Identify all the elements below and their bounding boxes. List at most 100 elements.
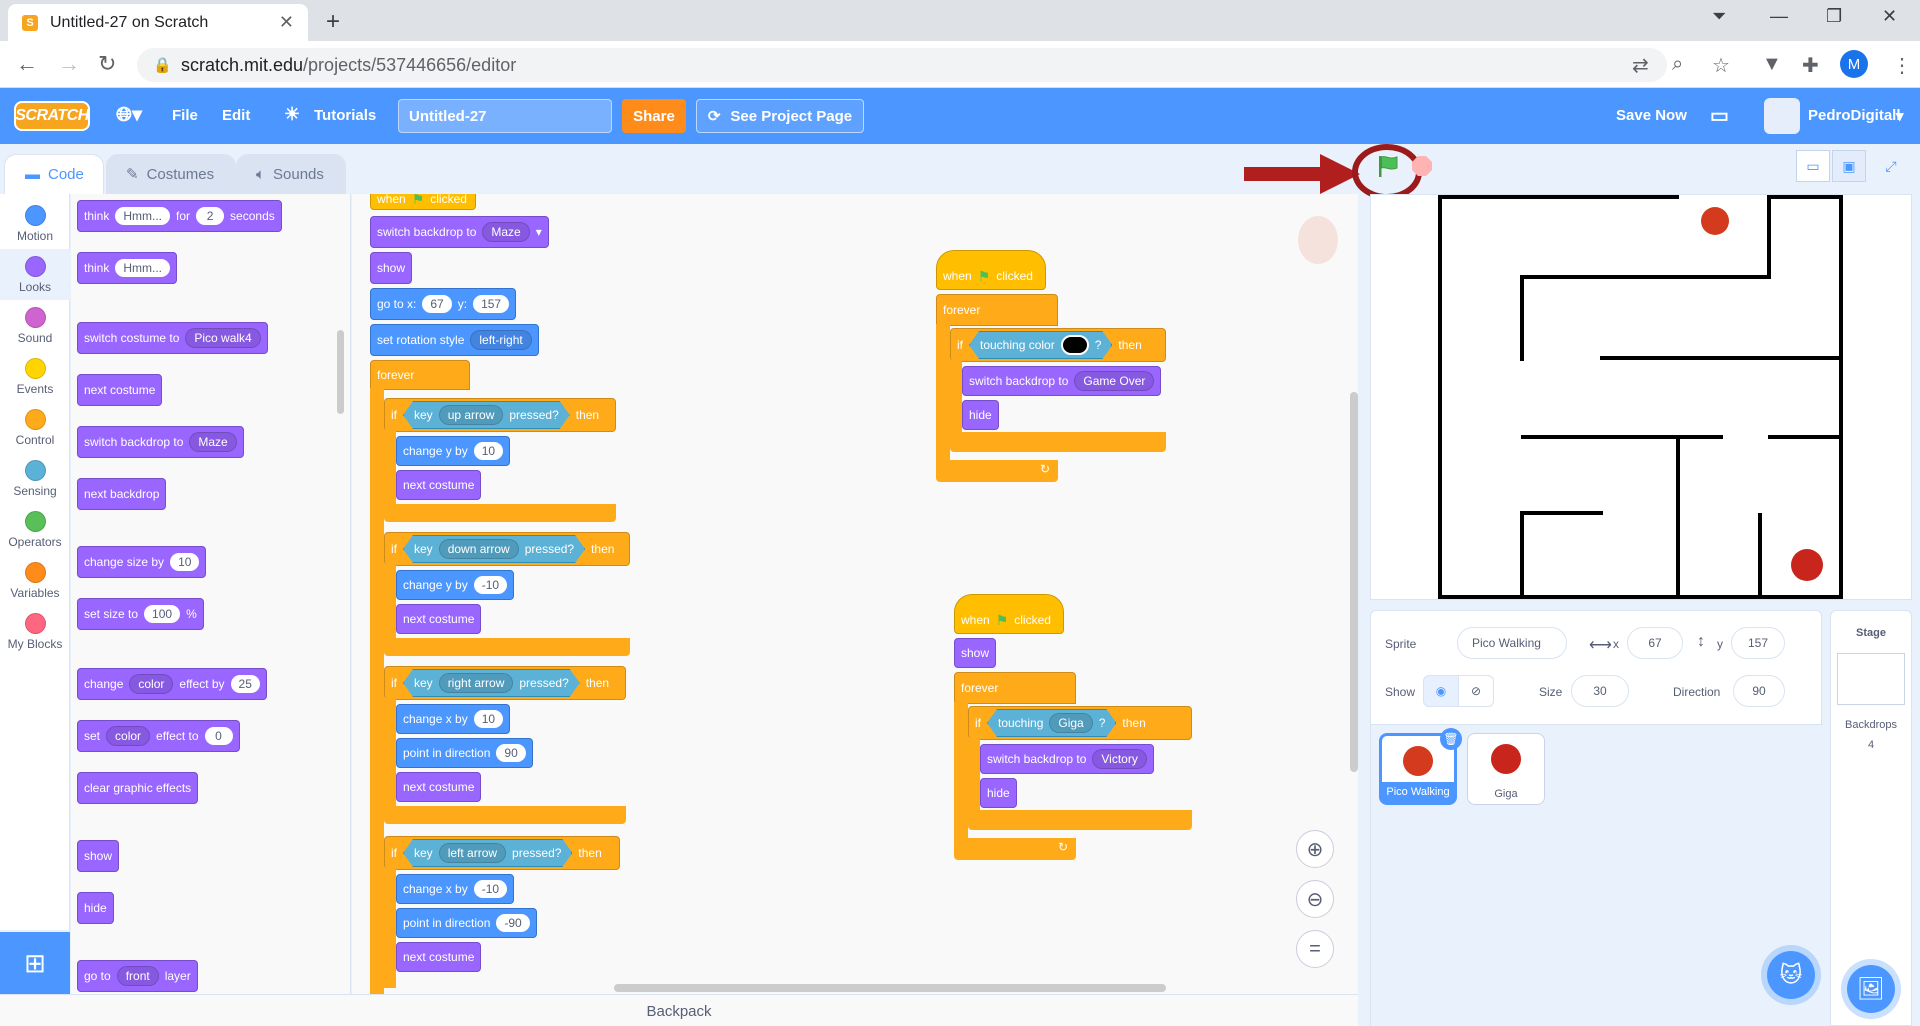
change-x-block[interactable]: change x by -10	[396, 874, 515, 904]
forever-block[interactable]: forever	[370, 360, 470, 390]
see-project-page-button[interactable]: ⟳ See Project Page	[696, 99, 864, 133]
show-block[interactable]: show	[370, 252, 413, 284]
switch-backdrop-block[interactable]: switch backdrop to Victory	[980, 744, 1154, 774]
set-rotation-style-block[interactable]: set rotation style left-right	[370, 324, 539, 356]
share-button[interactable]: Share	[622, 99, 686, 133]
giga-sprite-icon[interactable]	[1791, 549, 1823, 581]
translate-icon[interactable]: ⇄	[1632, 53, 1649, 78]
delete-sprite-trash-icon[interactable]: 🗑︎	[1440, 728, 1462, 750]
edit-menu[interactable]: Edit	[222, 107, 250, 124]
reload-icon[interactable]: ↻	[98, 51, 116, 77]
stage-selector[interactable]: Stage Backdrops 4 🖼︎	[1830, 610, 1912, 1026]
if-left-block[interactable]: if key left arrow pressed? then	[384, 836, 620, 870]
backpack-bar[interactable]: Backpack	[0, 994, 1358, 1026]
minimize-icon[interactable]: —	[1770, 6, 1788, 27]
change-size-block[interactable]: change size by 10	[77, 546, 207, 578]
file-menu[interactable]: File	[172, 107, 198, 124]
block-input[interactable]: 10	[473, 442, 504, 460]
key-pressed-condition[interactable]: key right arrow pressed?	[403, 669, 580, 697]
block-input[interactable]: Hmm...	[115, 259, 171, 277]
more-menu-icon[interactable]: ⋮	[1892, 53, 1912, 78]
maximize-icon[interactable]: ❐	[1826, 6, 1842, 27]
think-for-block[interactable]: think Hmm... for 2 seconds	[77, 200, 282, 232]
close-tab-icon[interactable]: ✕	[279, 12, 294, 33]
when-flag-clicked-hat[interactable]: when ⚑ clicked	[954, 594, 1064, 634]
block-dropdown[interactable]: color	[106, 726, 151, 746]
show-block[interactable]: show	[954, 638, 997, 668]
color-picker-swatch[interactable]	[1061, 335, 1089, 355]
block-input[interactable]: 25	[230, 675, 260, 693]
key-pressed-condition[interactable]: key left arrow pressed?	[403, 839, 572, 867]
if-up-block[interactable]: if key up arrow pressed? then	[384, 398, 616, 432]
block-dropdown[interactable]: Maze	[189, 432, 237, 452]
tab-costumes[interactable]: ✎ Costumes	[106, 154, 236, 194]
user-avatar[interactable]	[1764, 98, 1800, 134]
new-tab-icon[interactable]: +	[326, 8, 340, 36]
close-window-icon[interactable]: ✕	[1882, 6, 1897, 27]
palette-scrollbar[interactable]	[337, 330, 344, 414]
switch-backdrop-block[interactable]: switch backdrop to Game Over	[962, 366, 1162, 396]
block-dropdown[interactable]: color	[129, 674, 174, 694]
change-y-block[interactable]: change y by -10	[396, 570, 515, 600]
extension-icon[interactable]: ▼	[1762, 53, 1782, 76]
switch-backdrop-block[interactable]: switch backdrop to Maze	[77, 426, 244, 458]
next-costume-block[interactable]: next costume	[396, 470, 482, 500]
next-costume-block[interactable]: next costume	[77, 374, 163, 406]
go-to-layer-block[interactable]: go to front layer	[77, 960, 198, 992]
bookmark-star-icon[interactable]: ☆	[1712, 53, 1730, 78]
tab-search-icon[interactable]: ⏷	[1712, 6, 1726, 27]
profile-avatar[interactable]: M	[1840, 50, 1868, 78]
category-looks[interactable]: Looks	[0, 249, 70, 300]
block-input[interactable]: 2	[196, 207, 225, 225]
zoom-icon[interactable]: ⌕	[1672, 53, 1683, 76]
show-block[interactable]: show	[77, 840, 120, 872]
next-costume-block[interactable]: next costume	[396, 772, 482, 802]
point-direction-block[interactable]: point in direction 90	[396, 738, 533, 768]
block-input[interactable]: 157	[473, 295, 510, 313]
block-dropdown[interactable]: Victory	[1092, 749, 1147, 769]
user-chevron-down-icon[interactable]: ▾	[1896, 107, 1904, 125]
category-variables[interactable]: Variables	[0, 555, 70, 606]
workspace-horizontal-scrollbar[interactable]	[614, 984, 1166, 992]
point-direction-block[interactable]: point in direction -90	[396, 908, 537, 938]
forever-block[interactable]: forever	[954, 672, 1076, 704]
add-extension-button[interactable]: ⊞	[0, 932, 70, 994]
block-input[interactable]: -10	[473, 576, 508, 594]
block-input[interactable]: 0	[204, 727, 233, 745]
set-size-block[interactable]: set size to 100 %	[77, 598, 204, 630]
next-costume-block[interactable]: next costume	[396, 942, 482, 972]
block-input[interactable]: 100	[144, 605, 181, 623]
sprite-name-input[interactable]: Pico Walking	[1457, 627, 1567, 659]
if-right-block[interactable]: if key right arrow pressed? then	[384, 666, 626, 700]
key-pressed-condition[interactable]: key down arrow pressed?	[403, 535, 585, 563]
block-dropdown[interactable]: left arrow	[439, 843, 506, 863]
block-dropdown[interactable]: right arrow	[439, 673, 514, 693]
zoom-in-icon[interactable]: ⊕	[1296, 830, 1334, 868]
green-flag-button[interactable]	[1372, 150, 1404, 182]
block-input[interactable]: Hmm...	[115, 207, 171, 225]
if-down-block[interactable]: if key down arrow pressed? then	[384, 532, 630, 566]
when-flag-clicked-hat[interactable]: when ⚑ clicked	[370, 194, 476, 210]
stop-icon[interactable]	[1412, 156, 1432, 176]
save-now-button[interactable]: Save Now	[1616, 107, 1687, 124]
tab-sounds[interactable]: 🔈︎ Sounds	[236, 154, 346, 194]
block-dropdown[interactable]: down arrow	[439, 539, 519, 559]
direction-input[interactable]: 90	[1733, 675, 1785, 707]
my-stuff-folder-icon[interactable]: ▭	[1710, 103, 1729, 128]
clear-effects-block[interactable]: clear graphic effects	[77, 772, 199, 804]
language-globe-icon[interactable]: 🌐︎▾	[116, 102, 142, 127]
category-sound[interactable]: Sound	[0, 300, 70, 351]
x-input[interactable]: 67	[1627, 627, 1683, 659]
when-flag-clicked-hat[interactable]: when ⚑ clicked	[936, 250, 1046, 290]
category-control[interactable]: Control	[0, 402, 70, 453]
size-input[interactable]: 30	[1571, 675, 1629, 707]
category-motion[interactable]: Motion	[0, 198, 70, 249]
block-dropdown[interactable]: Pico walk4	[185, 328, 261, 348]
hide-block[interactable]: hide	[962, 400, 999, 430]
forever-block[interactable]: forever	[936, 294, 1058, 326]
hide-block[interactable]: hide	[77, 892, 114, 924]
category-sensing[interactable]: Sensing	[0, 453, 70, 504]
project-title-input[interactable]: Untitled-27	[398, 99, 612, 133]
key-pressed-condition[interactable]: key up arrow pressed?	[403, 401, 570, 429]
show-visible-eye-icon[interactable]: ◉	[1423, 675, 1459, 707]
